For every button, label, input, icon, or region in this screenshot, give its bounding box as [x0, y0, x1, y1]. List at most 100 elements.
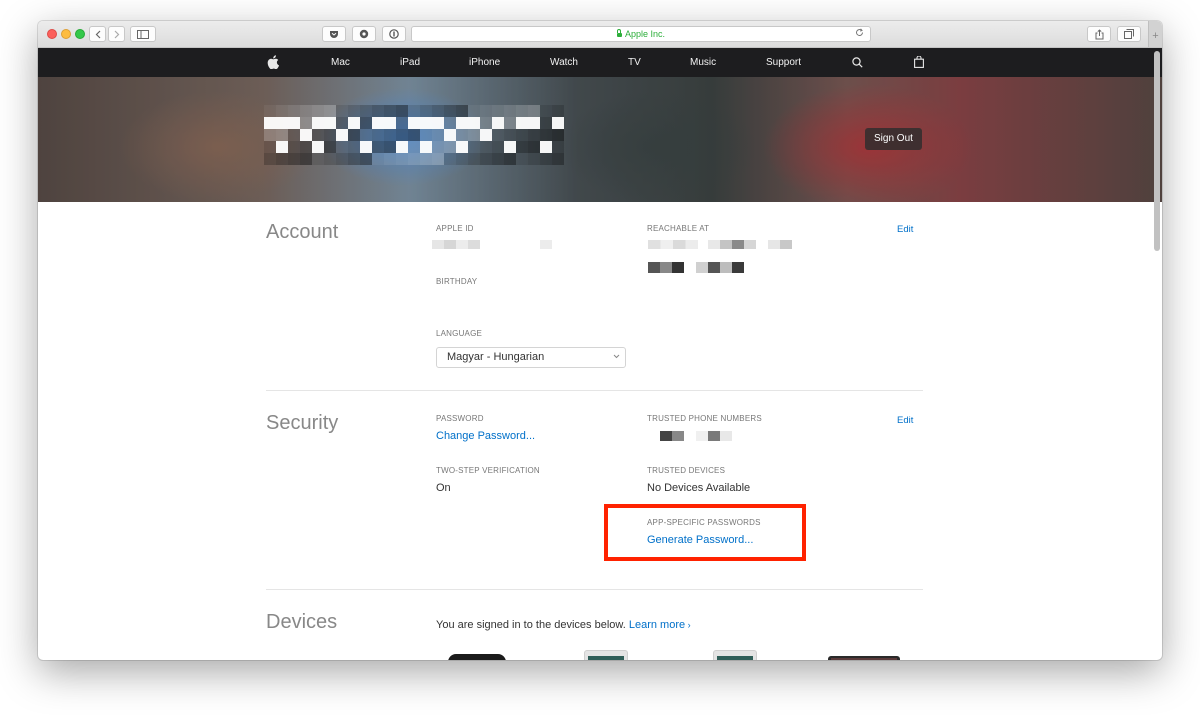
tabs-overview-button[interactable]: [1117, 26, 1141, 42]
redaction-pixel: [420, 129, 432, 141]
nav-item-tv[interactable]: TV: [628, 48, 641, 77]
two-step-value: On: [436, 482, 451, 494]
redaction-pixel: [432, 141, 444, 153]
pocket-button[interactable]: [322, 26, 346, 42]
device-thumbnail[interactable]: [448, 654, 506, 660]
redaction-pixel: [480, 117, 492, 129]
redaction-pixel: [336, 153, 348, 165]
redaction-pixel: [408, 153, 420, 165]
nav-item-ipad[interactable]: iPad: [400, 48, 420, 77]
nav-item-iphone[interactable]: iPhone: [469, 48, 500, 77]
apple-id-label: APPLE ID: [436, 224, 474, 233]
apple-logo-icon[interactable]: [267, 55, 279, 69]
share-button[interactable]: [1087, 26, 1111, 42]
section-divider: [266, 390, 923, 391]
chevron-left-icon: [95, 30, 100, 38]
password-manager-icon: [389, 29, 399, 39]
close-window-button[interactable]: [47, 29, 57, 39]
redaction-pixel: [480, 153, 492, 165]
address-url: Apple Inc.: [624, 29, 666, 39]
redaction-pixel: [504, 105, 516, 117]
redaction-pixel: [300, 129, 312, 141]
page-scrollbar[interactable]: [1154, 51, 1160, 251]
redaction-pixel: [324, 153, 336, 165]
redaction-pixel: [348, 153, 360, 165]
redaction-pixel: [432, 117, 444, 129]
reload-icon[interactable]: [855, 28, 864, 40]
redaction-pixel: [408, 105, 420, 117]
redaction-pixel: [288, 153, 300, 165]
redaction-pixel: [312, 141, 324, 153]
redaction-pixel: [396, 153, 408, 165]
redaction-pixel: [504, 153, 516, 165]
account-section-title: Account: [266, 221, 339, 243]
redaction-pixel: [264, 153, 276, 165]
redacted-apple-id: [432, 240, 480, 249]
redaction-pixel: [540, 153, 552, 165]
redaction-pixel: [288, 141, 300, 153]
redaction-pixel: [324, 141, 336, 153]
redaction-pixel: [444, 129, 456, 141]
tabs-icon: [1124, 29, 1134, 39]
forward-button[interactable]: [108, 26, 125, 42]
chevron-down-icon: [613, 347, 620, 366]
redacted-trusted-phone-2: [696, 431, 732, 441]
redaction-pixel: [384, 129, 396, 141]
redaction-pixel: [336, 141, 348, 153]
security-edit-link[interactable]: Edit: [897, 415, 913, 426]
sign-out-button[interactable]: Sign Out: [865, 128, 922, 150]
redaction-pixel: [372, 105, 384, 117]
language-select[interactable]: Magyar - Hungarian: [436, 347, 626, 368]
new-tab-button[interactable]: +: [1148, 21, 1162, 47]
nav-item-watch[interactable]: Watch: [550, 48, 578, 77]
device-thumbnail[interactable]: [584, 650, 628, 660]
minimize-window-button[interactable]: [61, 29, 71, 39]
security-section-title: Security: [266, 412, 339, 434]
highlight-box: [604, 504, 806, 561]
redaction-pixel: [336, 117, 348, 129]
account-hero-banner: Sign Out: [38, 77, 1162, 202]
nav-item-music[interactable]: Music: [690, 48, 716, 77]
zoom-window-button[interactable]: [75, 29, 85, 39]
redaction-pixel: [372, 117, 384, 129]
nav-item-mac[interactable]: Mac: [331, 48, 350, 77]
redaction-pixel: [528, 129, 540, 141]
redaction-pixel: [312, 153, 324, 165]
search-icon[interactable]: [852, 57, 863, 68]
password-manager-button[interactable]: [382, 26, 406, 42]
device-thumbnail[interactable]: [828, 656, 900, 660]
redaction-pixel: [276, 129, 288, 141]
redaction-pixel: [372, 141, 384, 153]
redaction-pixel: [444, 105, 456, 117]
nav-item-support[interactable]: Support: [766, 48, 801, 77]
redaction-pixel: [504, 117, 516, 129]
birthday-label: BIRTHDAY: [436, 277, 478, 286]
redaction-pixel: [288, 117, 300, 129]
redaction-pixel: [276, 141, 288, 153]
redaction-pixel: [408, 141, 420, 153]
redaction-pixel: [528, 117, 540, 129]
address-bar[interactable]: Apple Inc.: [411, 26, 871, 42]
redaction-pixel: [420, 117, 432, 129]
redaction-pixel: [552, 117, 564, 129]
redaction-pixel: [480, 105, 492, 117]
sidebar-button[interactable]: [130, 26, 156, 42]
redaction-pixel: [276, 153, 288, 165]
account-edit-link[interactable]: Edit: [897, 224, 913, 235]
redaction-pixel: [540, 141, 552, 153]
redaction-pixel: [288, 105, 300, 117]
bag-icon[interactable]: [914, 56, 924, 68]
redaction-pixel: [396, 117, 408, 129]
redaction-pixel: [444, 153, 456, 165]
extension-button[interactable]: [352, 26, 376, 42]
redaction-pixel: [312, 117, 324, 129]
redaction-pixel: [540, 117, 552, 129]
device-thumbnail[interactable]: [713, 650, 757, 660]
redaction-pixel: [336, 129, 348, 141]
back-button[interactable]: [89, 26, 106, 42]
change-password-link[interactable]: Change Password...: [436, 430, 535, 442]
redaction-pixel: [456, 153, 468, 165]
learn-more-link[interactable]: Learn more ›: [629, 619, 691, 631]
redaction-pixel: [504, 129, 516, 141]
redaction-pixel: [360, 105, 372, 117]
